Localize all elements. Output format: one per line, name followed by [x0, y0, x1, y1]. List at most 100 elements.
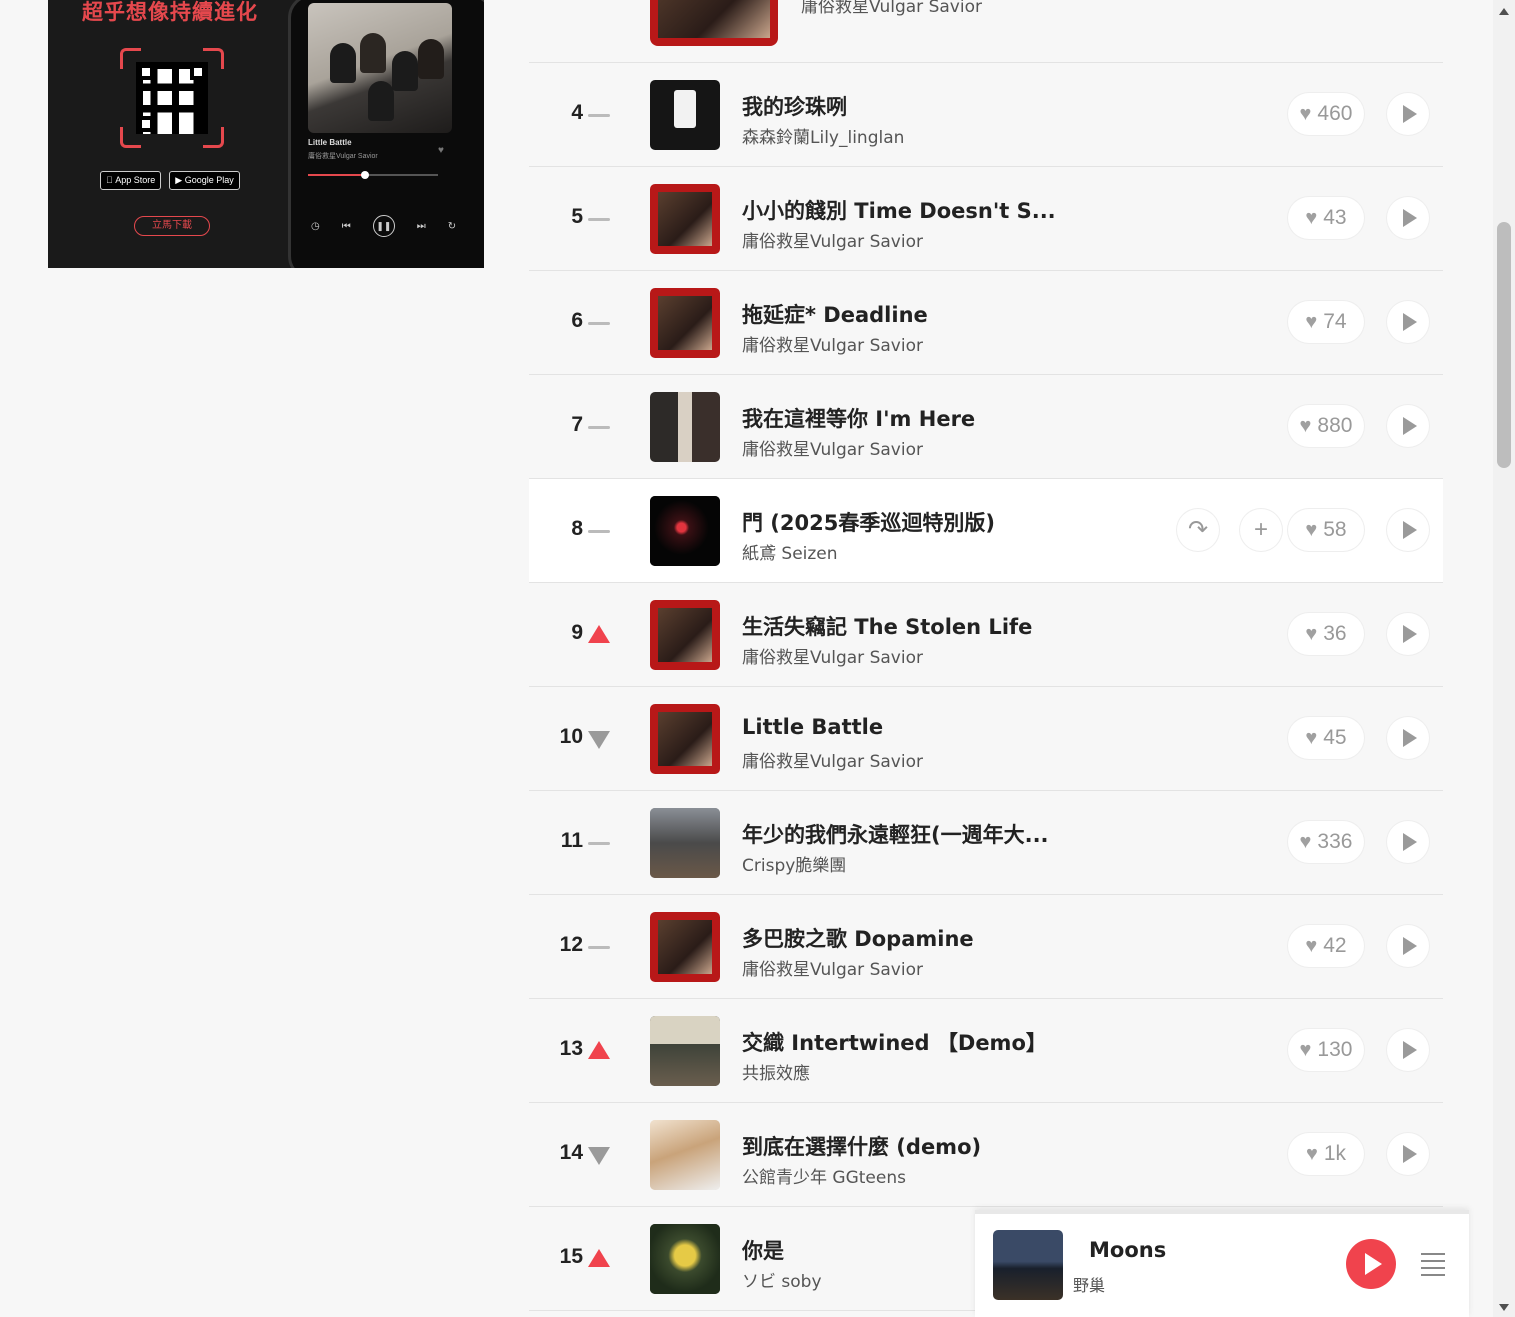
track-title[interactable]: 小小的餞別 Time Doesn't S...: [742, 195, 1056, 225]
like-count: 42: [1323, 934, 1347, 957]
album-cover[interactable]: [650, 0, 778, 46]
player-progress-bar[interactable]: [975, 1210, 1469, 1214]
play-button[interactable]: [1387, 1133, 1429, 1175]
table-row[interactable]: 11 年少的我們永遠輕狂(一週年大... Crispy脆樂團 ♥ 336: [529, 791, 1443, 895]
album-cover[interactable]: [650, 184, 720, 254]
table-row[interactable]: 庸俗救星Vulgar Savior: [529, 0, 1443, 63]
table-row[interactable]: 9 生活失竊記 The Stolen Life 庸俗救星Vulgar Savior ♥…: [529, 583, 1443, 687]
track-title[interactable]: 到底在選擇什麼 (demo): [742, 1131, 981, 1161]
player-album-cover[interactable]: [993, 1230, 1063, 1300]
album-cover[interactable]: [650, 1224, 720, 1294]
heart-icon: ♥: [1305, 1142, 1318, 1165]
table-row[interactable]: 13 交織 Intertwined 【Demo】 共振效應 ♥ 130: [529, 999, 1443, 1103]
artist-name[interactable]: 公館青少年 GGteens: [742, 1163, 906, 1188]
table-row[interactable]: 14 到底在選擇什麼 (demo) 公館青少年 GGteens ♥ 1k: [529, 1103, 1443, 1207]
artist-name[interactable]: 共振效應: [742, 1059, 810, 1084]
track-title[interactable]: 我的珍珠咧: [742, 91, 847, 121]
google-play-badge[interactable]: ▶ Google Play: [169, 171, 240, 190]
play-button[interactable]: [1387, 1029, 1429, 1071]
track-title[interactable]: 我在這裡等你 I'm Here: [742, 403, 975, 433]
artist-name[interactable]: 庸俗救星Vulgar Savior: [742, 227, 923, 252]
play-button[interactable]: [1387, 925, 1429, 967]
table-row[interactable]: 8門 (2025春季巡迴特別版) 紙鳶 Seizen ↷ + ♥ 58: [529, 479, 1443, 583]
table-row[interactable]: 12 多巴胺之歌 Dopamine 庸俗救星Vulgar Savior ♥ 42: [529, 895, 1443, 999]
timer-icon: ◷: [311, 220, 320, 232]
artist-name[interactable]: 庸俗救星Vulgar Savior: [801, 0, 982, 17]
track-title[interactable]: 生活失竊記 The Stolen Life: [742, 611, 1032, 641]
artist-name[interactable]: 庸俗救星Vulgar Savior: [742, 955, 923, 980]
like-button[interactable]: ♥ 36: [1288, 613, 1364, 655]
play-button[interactable]: [1387, 821, 1429, 863]
like-button[interactable]: ♥ 1k: [1288, 1133, 1364, 1175]
album-cover[interactable]: [650, 392, 720, 462]
track-title[interactable]: 你是: [742, 1235, 784, 1265]
play-button[interactable]: [1387, 509, 1429, 551]
rank-number: 15: [559, 1245, 583, 1268]
artist-name[interactable]: 庸俗救星Vulgar Savior: [742, 747, 923, 772]
like-button[interactable]: ♥ 880: [1288, 405, 1364, 447]
like-button[interactable]: ♥ 74: [1288, 301, 1364, 343]
scroll-thumb[interactable]: [1497, 222, 1511, 468]
like-button[interactable]: ♥ 130: [1288, 1029, 1364, 1071]
play-button[interactable]: [1387, 93, 1429, 135]
track-title[interactable]: 年少的我們永遠輕狂(一週年大...: [742, 819, 1049, 849]
like-button[interactable]: ♥ 45: [1288, 717, 1364, 759]
artist-name[interactable]: 森森鈴蘭Lily_linglan: [742, 123, 904, 148]
track-title[interactable]: 拖延症* Deadline: [742, 299, 928, 329]
like-button[interactable]: ♥ 336: [1288, 821, 1364, 863]
add-to-playlist-icon[interactable]: +: [1240, 509, 1282, 551]
heart-icon: ♥: [438, 145, 444, 156]
album-cover[interactable]: [650, 808, 720, 878]
scroll-up-icon[interactable]: [1499, 8, 1509, 15]
phone-progress-bar: [308, 171, 438, 179]
album-cover[interactable]: [650, 288, 720, 358]
rank-number: 13: [559, 1037, 583, 1060]
scroll-down-icon[interactable]: [1499, 1304, 1509, 1311]
play-button[interactable]: [1387, 613, 1429, 655]
app-store-badge[interactable]:  App Store: [100, 171, 162, 190]
play-button[interactable]: [1387, 717, 1429, 759]
artist-name[interactable]: 庸俗救星Vulgar Savior: [742, 331, 923, 356]
like-button[interactable]: ♥ 43: [1288, 197, 1364, 239]
play-button[interactable]: [1387, 405, 1429, 447]
artist-name[interactable]: 庸俗救星Vulgar Savior: [742, 435, 923, 460]
album-cover[interactable]: [650, 80, 720, 150]
album-cover[interactable]: [650, 496, 720, 566]
qr-code: [120, 48, 224, 148]
album-cover[interactable]: [650, 704, 720, 774]
track-title[interactable]: Little Battle: [742, 715, 883, 739]
table-row[interactable]: 4 我的珍珠咧 森森鈴蘭Lily_linglan ♥ 460: [529, 63, 1443, 167]
like-button[interactable]: ♥ 58: [1288, 509, 1364, 551]
like-button[interactable]: ♥ 460: [1288, 93, 1364, 135]
track-title[interactable]: 門 (2025春季巡迴特別版): [742, 507, 995, 537]
player-artist-name[interactable]: 野巢: [1073, 1272, 1105, 1296]
artist-name[interactable]: ソビ soby: [742, 1267, 822, 1292]
artist-name[interactable]: 庸俗救星Vulgar Savior: [742, 643, 923, 668]
rank-number: 11: [560, 829, 583, 852]
promo-banner[interactable]: 超乎想像持續進化  App Store ▶ Google Play 立馬下載 …: [48, 0, 484, 268]
phone-mockup: Little Battle 庸俗救星Vulgar Savior ♥ ◷ ⏮ ❚❚…: [288, 0, 484, 268]
album-cover[interactable]: [650, 1016, 720, 1086]
like-button[interactable]: ♥ 42: [1288, 925, 1364, 967]
album-cover[interactable]: [650, 1120, 720, 1190]
album-cover[interactable]: [650, 912, 720, 982]
track-title[interactable]: 交織 Intertwined 【Demo】: [742, 1027, 1047, 1057]
table-row[interactable]: 7 我在這裡等你 I'm Here 庸俗救星Vulgar Savior ♥ 880: [529, 375, 1443, 479]
track-title[interactable]: 多巴胺之歌 Dopamine: [742, 923, 974, 953]
scrollbar[interactable]: [1493, 0, 1515, 1317]
share-icon[interactable]: ↷: [1177, 509, 1219, 551]
album-cover[interactable]: [650, 600, 720, 670]
trend-up-icon: [587, 1039, 611, 1061]
play-button[interactable]: [1387, 301, 1429, 343]
table-row[interactable]: 6 拖延症* Deadline 庸俗救星Vulgar Savior ♥ 74: [529, 271, 1443, 375]
artist-name[interactable]: 紙鳶 Seizen: [742, 539, 838, 564]
download-button[interactable]: 立馬下載: [134, 216, 210, 236]
artist-name[interactable]: Crispy脆樂團: [742, 851, 846, 876]
player-play-button[interactable]: [1346, 1239, 1396, 1289]
table-row[interactable]: 10 Little Battle 庸俗救星Vulgar Savior ♥ 45: [529, 687, 1443, 791]
player-track-title[interactable]: Moons: [1089, 1238, 1166, 1262]
playlist-menu-icon[interactable]: [1421, 1248, 1445, 1278]
play-button[interactable]: [1387, 197, 1429, 239]
trend-down-icon: [587, 1143, 611, 1165]
table-row[interactable]: 5 小小的餞別 Time Doesn't S... 庸俗救星Vulgar Savio…: [529, 167, 1443, 271]
